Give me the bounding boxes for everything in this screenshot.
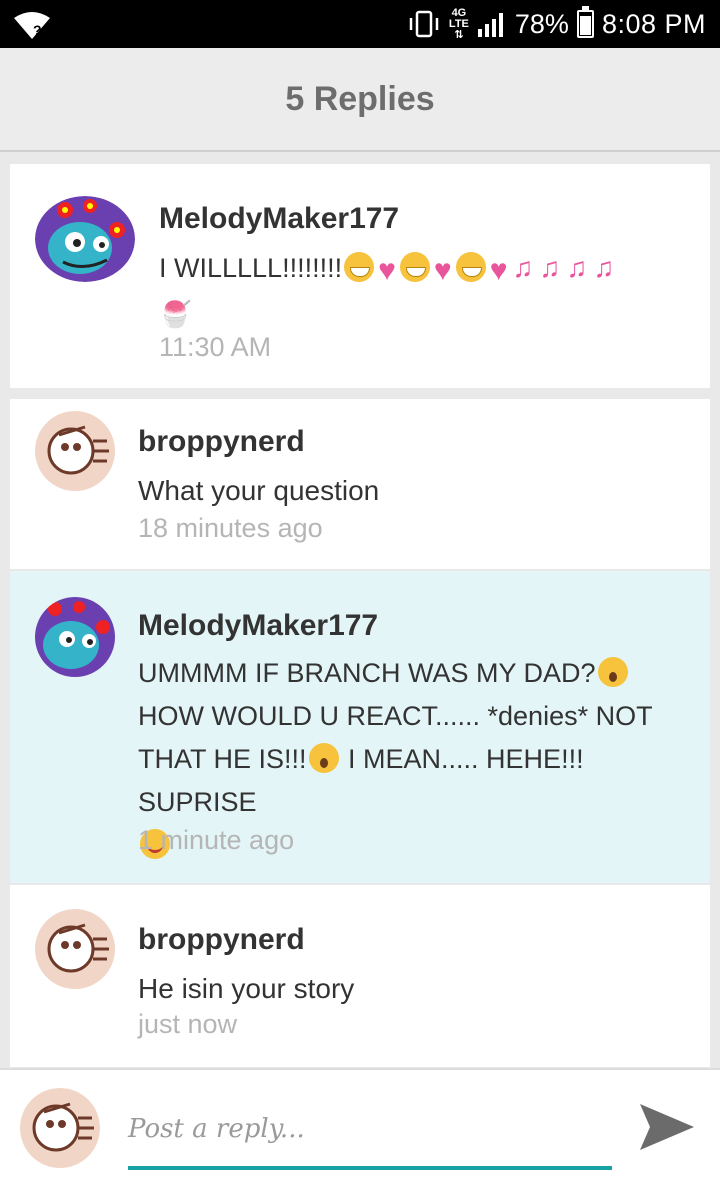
avatar-image (35, 597, 115, 677)
avatar[interactable] (35, 909, 115, 989)
send-icon[interactable] (636, 1100, 696, 1154)
sparkling-heart-icon: ♥ (378, 254, 396, 287)
musical-notes-icon: ♫ (539, 252, 561, 283)
musical-notes-icon: ♫ (512, 252, 534, 283)
message-line: THAT HE IS!!! (138, 744, 307, 774)
wifi-icon: ? (14, 12, 50, 39)
grinning-face-icon (344, 252, 375, 282)
avatar[interactable] (35, 411, 115, 491)
avatar[interactable] (35, 597, 115, 677)
svg-text:?: ? (33, 22, 42, 38)
sparkling-heart-icon: ♥ (489, 254, 508, 287)
grinning-face-icon (455, 252, 486, 282)
message-text-content: I WILLLLL!!!!!!!! (159, 253, 343, 283)
reply-bar: Post a reply... (0, 1068, 720, 1187)
network-type-icon: 4G LTE ⇅ (448, 6, 469, 41)
vibrate-icon (409, 10, 439, 38)
avatar-image (35, 411, 115, 491)
username[interactable]: MelodyMaker177 (159, 202, 399, 236)
timestamp: just now (138, 1009, 238, 1039)
message-text: I WILLLLL!!!!!!!! ♥ ♥ ♥ ♫ ♫ ♫ ♫ 🍧 (159, 246, 699, 336)
battery-icon (576, 6, 594, 38)
reply-card[interactable]: broppynerd What your question 18 minutes… (10, 399, 710, 569)
reply-input[interactable]: Post a reply... (128, 1110, 612, 1158)
timestamp: 18 minutes ago (138, 513, 323, 543)
reply-card[interactable]: broppynerd He isin your story just now (10, 885, 710, 1067)
status-bar: ? 4G LTE ⇅ 78% 8:08 PM (0, 0, 720, 48)
clock: 8:08 PM (601, 8, 706, 39)
avatar-image (35, 909, 115, 989)
reply-card-highlighted[interactable]: MelodyMaker177 UMMMM IF BRANCH WAS MY DA… (10, 571, 710, 883)
message-line: HOW WOULD U REACT...... *denies* NOT (138, 701, 653, 731)
signal-icon (477, 13, 503, 37)
message-text: What your question (138, 475, 380, 506)
sparkling-heart-icon: ♥ (433, 254, 452, 287)
grinning-face-icon (399, 252, 430, 282)
reply-card[interactable]: MelodyMaker177 I WILLLLL!!!!!!!! ♥ ♥ ♥ ♫ ♫ ♫ ♫ 🍧… (10, 164, 710, 388)
avatar[interactable] (35, 196, 135, 282)
hushed-face-icon (597, 657, 628, 687)
reply-input-underline (128, 1166, 612, 1170)
musical-notes-icon: ♫ (566, 252, 588, 283)
timestamp: 11:30 AM (159, 332, 272, 362)
shaved-ice-icon: 🍧 (159, 299, 192, 329)
timestamp: 1 minute ago (138, 825, 295, 855)
username[interactable]: broppynerd (138, 425, 305, 459)
message-text: He isin your story (138, 973, 355, 1004)
fearful-face-icon (308, 743, 339, 773)
avatar-image (20, 1088, 100, 1168)
battery-percent: 78% (514, 8, 569, 39)
replies-header: 5 Replies (0, 48, 720, 152)
message-line: UMMMM IF BRANCH WAS MY DAD? (138, 658, 596, 688)
username[interactable]: MelodyMaker177 (138, 609, 378, 643)
username[interactable]: broppynerd (138, 923, 305, 957)
musical-notes-icon: ♫ (593, 252, 615, 283)
page-title: 5 Replies (285, 79, 435, 118)
current-user-avatar (20, 1088, 100, 1168)
avatar-image (35, 196, 135, 282)
